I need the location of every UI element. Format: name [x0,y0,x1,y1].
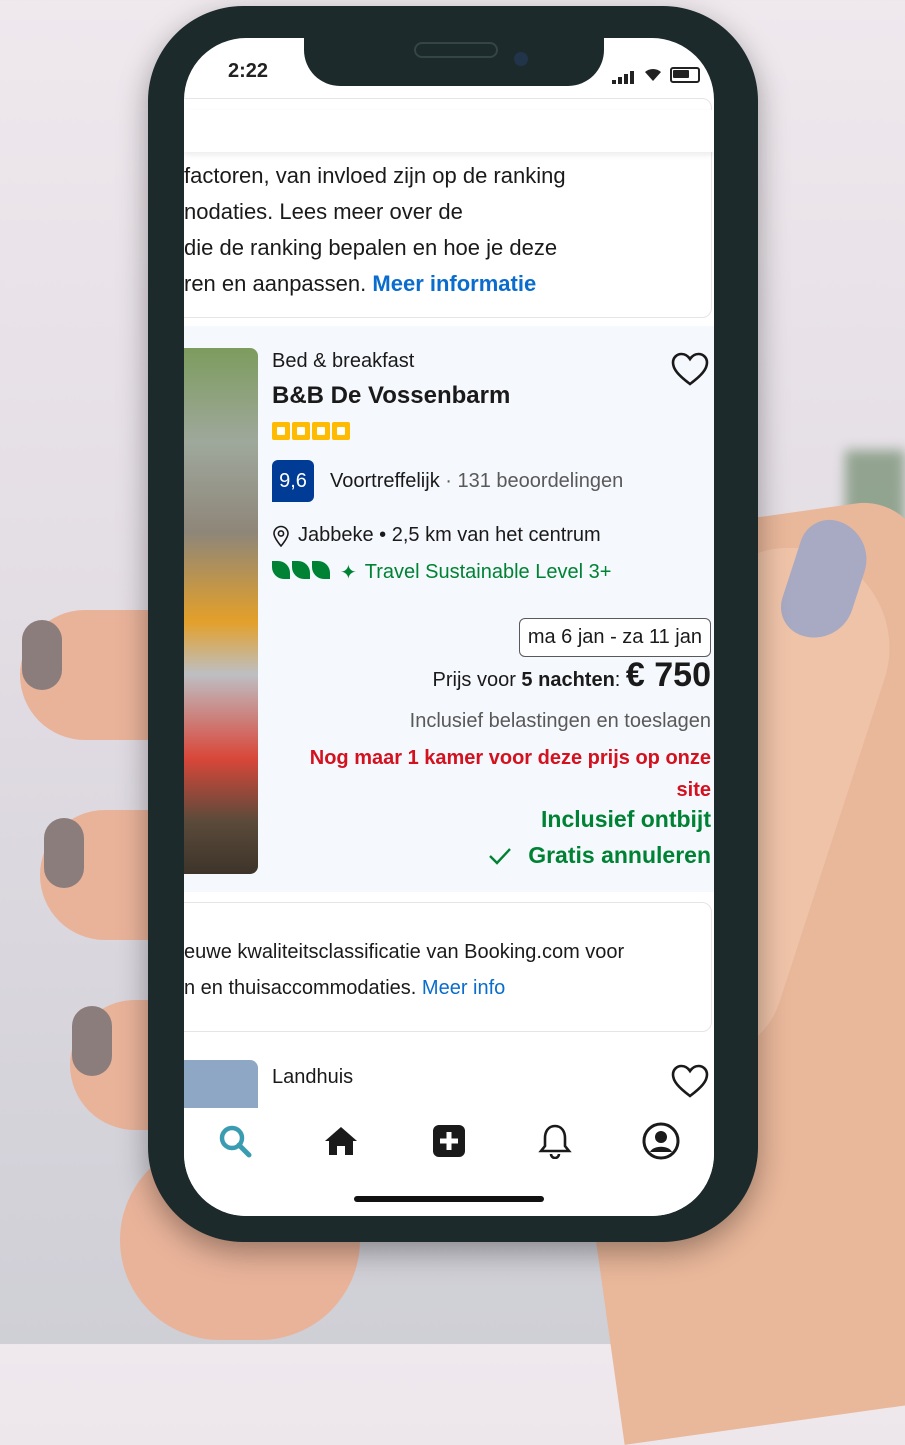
price-line: Prijs voor 5 nachten: € 750 [433,656,712,695]
battery-icon [670,67,700,83]
next-property-type: Landhuis [272,1066,354,1088]
star-icon [292,422,310,440]
quality-line-2: n en thuisaccommodaties. [184,977,417,999]
wifi-icon [645,68,661,81]
price-prefix: Prijs voor [432,669,516,691]
quality-line: n en thuisaccommodaties. Meer info [184,970,624,1006]
ranking-info-text: factoren, van invloed zijn op de ranking… [184,158,684,302]
cancellation-text: Gratis annuleren [528,842,711,868]
review-score-badge: 9,6 [272,460,314,502]
status-icons [612,66,700,84]
star-icon [272,422,290,440]
speaker [414,42,498,58]
info-line: ren en aanpassen. Meer informatie [184,266,684,302]
home-icon [325,1127,357,1155]
nav-add[interactable] [424,1116,474,1166]
sticky-header [184,110,714,152]
more-info-link[interactable]: Meer info [422,977,505,999]
location-text: Jabbeke • 2,5 km van het centrum [298,524,601,546]
score-label: Voortreffelijk [330,470,440,492]
bell-icon [538,1124,572,1159]
info-line: factoren, van invloed zijn op de ranking [184,163,566,188]
star-icon [312,422,330,440]
checkmark-icon [489,847,512,865]
location: Jabbeke • 2,5 km van het centrum [272,524,601,547]
scarcity-message: Nog maar 1 kamer voor deze prijs op onze… [309,747,711,801]
home-indicator [354,1196,544,1202]
separator: · [445,470,452,492]
property-type: Bed & breakfast [272,350,415,372]
info-line: die de ranking bepalen en hoe je deze [184,235,558,260]
review-summary: Voortreffelijk · 131 beoordelingen [330,470,623,493]
camera [514,52,528,66]
price-colon: : [614,669,621,691]
nights: 5 nachten [521,669,615,691]
star-rating [272,422,350,440]
nav-notifications[interactable] [530,1116,580,1166]
info-last-line: ren en aanpassen. [184,271,367,296]
free-cancellation: Gratis annuleren [488,842,711,869]
property-name[interactable]: B&B De Vossenbarm [272,382,510,410]
add-icon [433,1125,465,1157]
search-icon [219,1125,252,1158]
sustainability-badge[interactable]: ✦ Travel Sustainable Level 3+ [272,560,611,585]
nav-search[interactable] [210,1116,260,1166]
sustainability-text: Travel Sustainable Level 3+ [364,561,612,583]
status-time: 2:22 [228,60,269,82]
leaf-icon [272,560,332,585]
heart-icon[interactable] [670,350,710,390]
quality-info-text: euwe kwaliteitsclassificatie van Booking… [184,934,624,1006]
property-photo[interactable] [184,348,258,874]
breakfast-included: Inclusief ontbijt [541,806,711,832]
date-range: ma 6 jan - za 11 jan [518,618,711,657]
taxes-note: Inclusief belastingen en toeslagen [409,710,711,732]
property-card[interactable]: Bed & breakfast B&B De Vossenbarm 9,6 Vo… [184,326,714,892]
info-line: nodaties. Lees meer over de [184,199,463,224]
review-count: 131 beoordelingen [457,470,624,492]
phone-notch [304,38,604,86]
finger-nail [72,1006,112,1076]
finger-nail [44,818,84,888]
nav-home[interactable] [316,1116,366,1166]
star-icon [332,422,350,440]
sparkle-icon: ✦ [340,562,357,584]
signal-icon [612,66,636,84]
quality-line: euwe kwaliteitsclassificatie van Booking… [184,941,625,963]
bottom-navigation [184,1108,714,1216]
price-amount: € 750 [625,656,711,694]
heart-icon[interactable] [670,1062,710,1102]
next-property-photo[interactable] [184,1060,258,1110]
profile-icon [642,1122,680,1160]
more-information-link[interactable]: Meer informatie [372,271,536,296]
location-pin-icon [273,525,289,547]
nav-profile[interactable] [636,1116,686,1166]
phone-screen: factoren, van invloed zijn op de ranking… [184,38,714,1216]
finger-nail [22,620,62,690]
